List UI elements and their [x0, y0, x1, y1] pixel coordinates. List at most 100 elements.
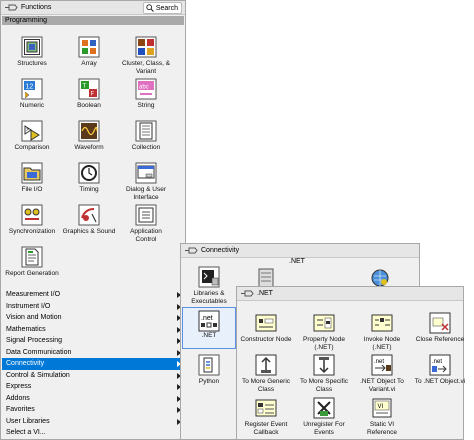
category-express[interactable]: Express [2, 381, 184, 393]
category-vision-motion[interactable]: Vision and Motion [2, 312, 184, 324]
palette-item-close-reference[interactable]: Close Reference [413, 312, 467, 354]
palette-item-libraries[interactable]: Libraries & Executables [183, 266, 235, 308]
dotnet-titlebar[interactable]: .NET [237, 287, 463, 301]
palette-item-comparison[interactable]: > Comparison [5, 120, 59, 162]
category-label: Mathematics [6, 325, 46, 333]
numeric-icon: 12 [21, 78, 43, 100]
dotnet-top-label: .NET [289, 258, 305, 265]
palette-item-label: Report Generation [5, 270, 59, 277]
category-addons[interactable]: Addons [2, 393, 184, 405]
palette-item-numeric[interactable]: 12 Numeric [5, 78, 59, 120]
boolean-icon: TF [78, 78, 100, 100]
category-label: Data Communication [6, 348, 72, 356]
palette-item-label: .NET Object To Variant.vi [360, 378, 404, 393]
category-label: Measurement I/O [6, 291, 61, 298]
palette-item-cluster[interactable]: Cluster, Class, & Variant [119, 36, 173, 78]
pushpin-icon[interactable] [4, 3, 18, 12]
svg-text:VI: VI [378, 404, 384, 410]
palette-item-array[interactable]: Array [62, 36, 116, 78]
palette-item-unregister-events[interactable]: Unregister For Events [297, 397, 351, 439]
palette-item-label: Static VI Reference [367, 421, 397, 436]
category-control-simulation[interactable]: Control & Simulation [2, 370, 184, 382]
globe-icon [371, 269, 389, 287]
pushpin-icon[interactable] [240, 289, 254, 298]
svg-text:F: F [91, 92, 95, 98]
palette-item-label: .NET [201, 332, 217, 339]
category-signal-processing[interactable]: Signal Processing [2, 335, 184, 347]
category-label: Signal Processing [6, 337, 63, 344]
category-label: Express [6, 383, 32, 390]
palette-item-label: Application Control [130, 228, 162, 243]
partial-icon-globe [369, 268, 391, 288]
palette-item-waveform[interactable]: Waveform [62, 120, 116, 162]
search-icon [146, 4, 154, 12]
palette-item-dotnet[interactable]: .net .NET [182, 307, 236, 349]
app-control-icon [135, 204, 157, 226]
structures-icon [21, 36, 43, 58]
unregister-events-icon [313, 397, 335, 419]
palette-item-specific-class[interactable]: To More Specific Class [297, 354, 351, 396]
svg-text:12: 12 [26, 84, 34, 91]
category-data-communication[interactable]: Data Communication [2, 347, 184, 359]
palette-item-timing[interactable]: Timing [62, 162, 116, 204]
palette-item-object-to-variant[interactable]: .net .NET Object To Variant.vi [355, 354, 409, 396]
property-node-icon [313, 314, 335, 332]
palette-item-static-vi-ref[interactable]: VI Static VI Reference [355, 397, 409, 439]
category-measurement-io[interactable]: Measurement I/O [2, 289, 184, 301]
palette-item-label: Numeric [19, 102, 45, 109]
palette-item-register-event[interactable]: Register Event Callback [239, 397, 293, 439]
palette-item-to-net-object[interactable]: .net To .NET Object.vi [413, 354, 467, 396]
palette-item-boolean[interactable]: TF Boolean [62, 78, 116, 120]
register-event-icon [255, 399, 277, 417]
palette-item-label: Invoke Node (.NET) [363, 336, 401, 351]
palette-item-structures[interactable]: Structures [5, 36, 59, 78]
palette-item-label: Libraries & Executables [191, 290, 227, 305]
category-label: Control & Simulation [6, 371, 70, 379]
file-io-icon [21, 162, 43, 184]
palette-item-collection[interactable]: Collection [119, 120, 173, 162]
category-label: Connectivity [6, 360, 45, 367]
palette-item-report[interactable]: Report Generation [5, 246, 59, 288]
palette-item-synchronization[interactable]: Synchronization [5, 204, 59, 246]
category-user-libraries[interactable]: User Libraries [2, 416, 184, 428]
palette-item-label: To More Specific Class [299, 378, 349, 393]
palette-item-constructor-node[interactable]: Constructor Node [239, 312, 293, 354]
report-icon [21, 246, 43, 268]
palette-item-generic-class[interactable]: To More Generic Class [239, 354, 293, 396]
palette-item-label: Unregister For Events [303, 421, 345, 436]
palette-item-label: To .NET Object.vi [414, 378, 466, 385]
category-connectivity[interactable]: Connectivity [2, 358, 184, 370]
palette-item-label: Close Reference [415, 336, 465, 343]
dotnet-palette: .NET Constructor Node Property Node (.NE… [236, 286, 467, 440]
pushpin-icon[interactable] [184, 246, 198, 255]
palette-item-graphics[interactable]: Graphics & Sound [62, 204, 116, 246]
category-favorites[interactable]: Favorites [2, 404, 184, 416]
palette-item-label: Graphics & Sound [62, 228, 116, 235]
palette-item-label: To More Generic Class [241, 378, 291, 393]
to-net-object-icon: .net [429, 354, 451, 376]
category-instrument-io[interactable]: Instrument I/O [2, 301, 184, 313]
category-mathematics[interactable]: Mathematics [2, 324, 184, 336]
specific-class-icon [313, 354, 335, 376]
palette-item-invoke-node[interactable]: Invoke Node (.NET) [355, 312, 409, 354]
constructor-node-icon [255, 314, 277, 332]
palette-item-dialog[interactable]: Dialog & User Interface [119, 162, 173, 204]
category-select-vi[interactable]: Select a VI... [2, 427, 184, 439]
section-programming[interactable]: Programming [2, 16, 184, 25]
palette-item-label: String [137, 102, 155, 109]
connectivity-titlebar[interactable]: Connectivity [181, 244, 419, 258]
palette-item-string[interactable]: abc String [119, 78, 173, 120]
search-button[interactable]: Search [142, 2, 182, 14]
connectivity-title: Connectivity [201, 247, 240, 254]
palette-item-label: Synchronization [8, 228, 56, 235]
svg-text:abc: abc [139, 85, 149, 91]
palette-item-file-io[interactable]: File I/O [5, 162, 59, 204]
palette-item-app-control[interactable]: Application Control [119, 204, 173, 246]
palette-item-python[interactable]: Python [183, 354, 235, 396]
collection-icon [135, 120, 157, 142]
palette-item-property-node[interactable]: Property Node (.NET) [297, 312, 351, 354]
python-icon [198, 354, 220, 376]
close-reference-icon [429, 312, 451, 334]
category-label: Favorites [6, 406, 35, 413]
category-label: Instrument I/O [6, 302, 51, 310]
